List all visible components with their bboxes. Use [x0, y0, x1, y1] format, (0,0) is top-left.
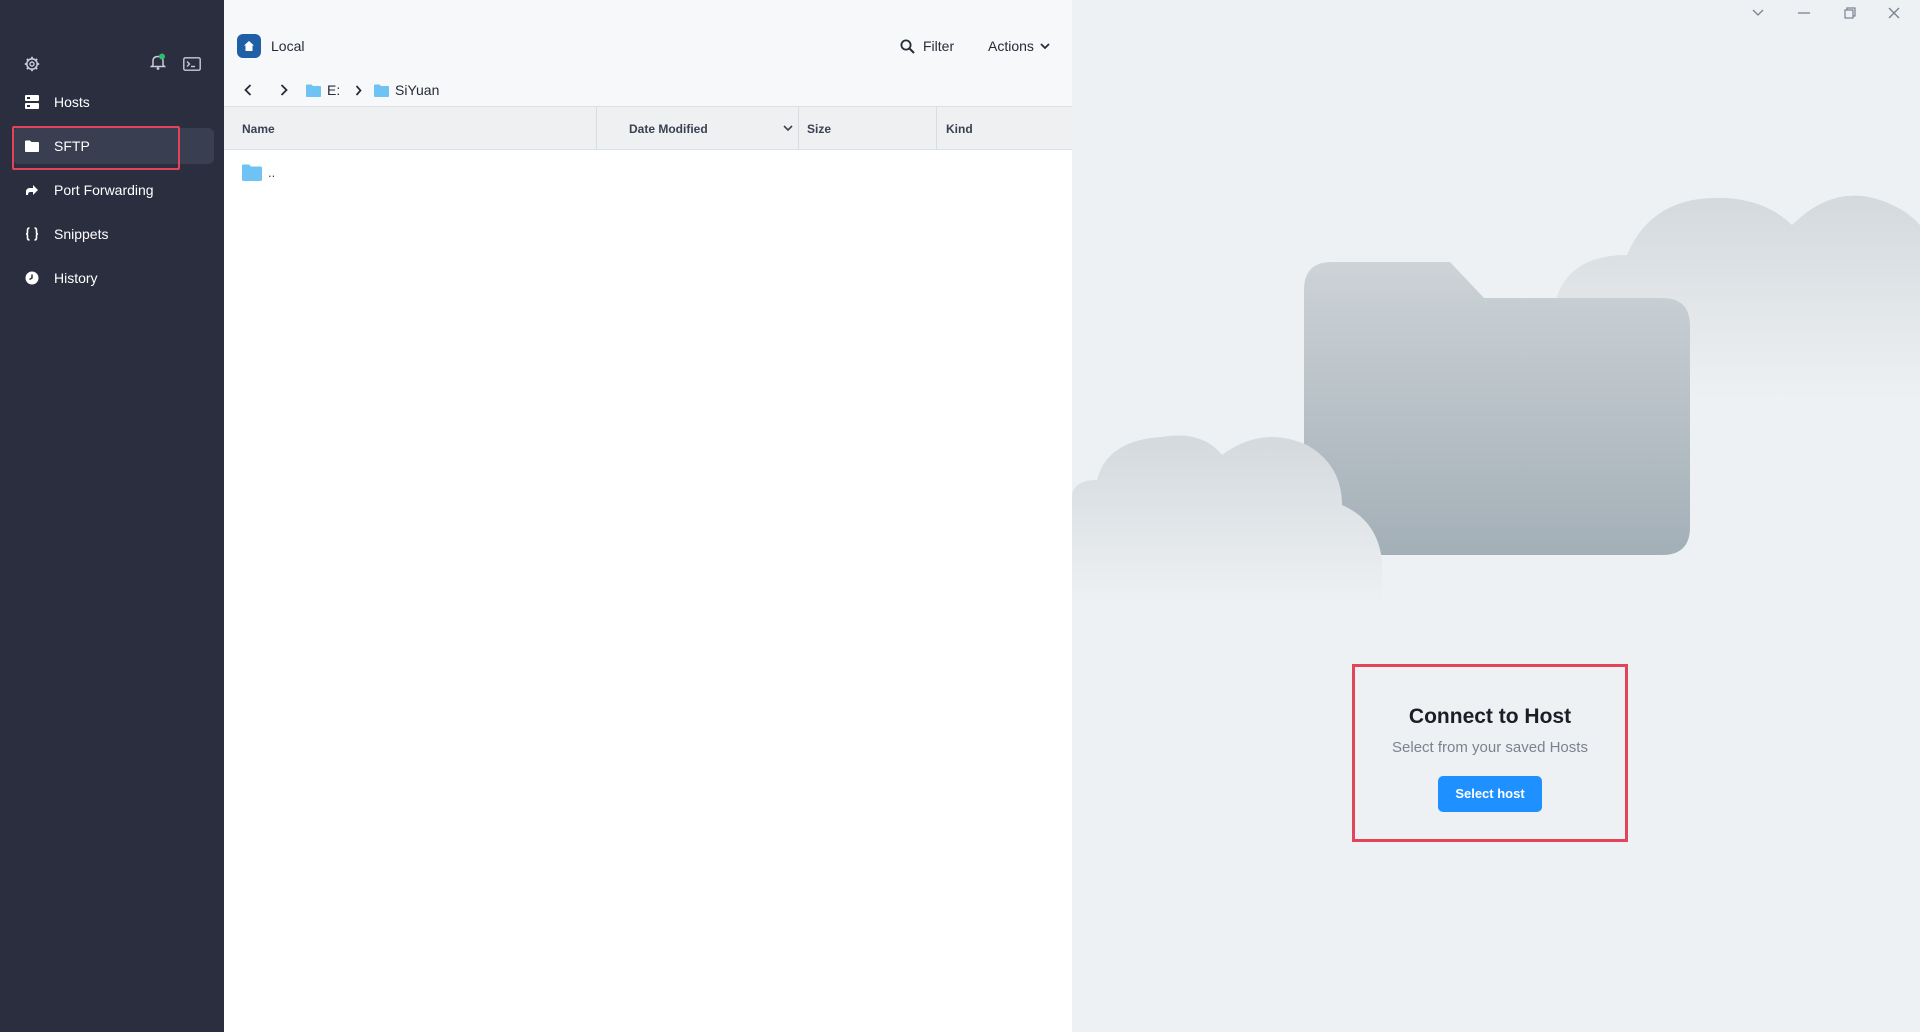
settings-gear-icon[interactable]	[20, 52, 44, 76]
back-arrow-icon[interactable]	[238, 80, 258, 100]
search-icon	[900, 39, 915, 54]
local-header: Local Filter Actions E: SiYuan	[224, 0, 1072, 106]
column-date-modified[interactable]: Date Modified	[597, 107, 799, 150]
file-name: ..	[268, 164, 276, 180]
folder-icon	[24, 138, 40, 154]
actions-label: Actions	[988, 38, 1034, 54]
clock-icon	[24, 270, 40, 286]
column-size[interactable]: Size	[799, 107, 937, 150]
forward-arrow-icon[interactable]	[274, 80, 294, 100]
sidebar-item-label: Port Forwarding	[54, 182, 154, 198]
sidebar-item-label: SFTP	[54, 138, 90, 154]
table-row[interactable]: ..	[242, 160, 275, 184]
sidebar-item-hosts[interactable]: Hosts	[12, 84, 214, 120]
sidebar-item-label: History	[54, 270, 98, 286]
connect-subtitle: Select from your saved Hosts	[1392, 739, 1588, 756]
breadcrumb-drive[interactable]: E:	[306, 80, 340, 100]
file-table-header: Name Date Modified Size Kind	[224, 106, 1072, 150]
breadcrumb-siyuan[interactable]: SiYuan	[374, 80, 439, 100]
breadcrumb-label: E:	[327, 82, 341, 98]
column-kind[interactable]: Kind	[937, 107, 1072, 150]
sidebar-item-history[interactable]: History	[12, 260, 214, 296]
sort-chevron-down-icon	[783, 125, 793, 132]
connect-card: Connect to Host Select from your saved H…	[1352, 664, 1628, 842]
chevron-down-icon	[1040, 42, 1050, 49]
sidebar-toolbar	[0, 48, 224, 80]
path-bar: E: SiYuan	[224, 78, 1072, 102]
braces-icon	[24, 226, 40, 242]
column-name[interactable]: Name	[224, 107, 596, 150]
sidebar: Hosts SFTP Port Forwarding Snippets Hist…	[0, 0, 224, 1032]
breadcrumb-label: SiYuan	[395, 82, 440, 98]
filter-button[interactable]: Filter	[900, 34, 954, 58]
sidebar-item-sftp[interactable]: SFTP	[12, 126, 214, 170]
chevron-right-icon	[351, 82, 365, 98]
terminal-icon[interactable]	[180, 52, 204, 76]
home-icon	[237, 34, 261, 58]
remote-pane: Connect to Host Select from your saved H…	[1072, 0, 1920, 1032]
local-title: Local	[271, 38, 305, 54]
sidebar-nav: Hosts SFTP Port Forwarding Snippets Hist…	[12, 84, 214, 304]
column-label: Date Modified	[629, 121, 708, 136]
filter-label: Filter	[923, 38, 955, 54]
local-pane: Local Filter Actions E: SiYuan Name Date…	[224, 0, 1072, 1032]
sidebar-item-label: Hosts	[54, 94, 90, 110]
actions-button[interactable]: Actions	[988, 34, 1050, 58]
folder-icon	[306, 84, 321, 97]
sidebar-item-port-forwarding[interactable]: Port Forwarding	[12, 172, 214, 208]
select-host-button[interactable]: Select host	[1438, 776, 1542, 812]
notification-bell-icon[interactable]	[146, 50, 170, 74]
hosts-icon	[24, 94, 40, 110]
folder-icon	[374, 84, 389, 97]
cloud-folder-illustration	[1072, 195, 1920, 605]
connect-title: Connect to Host	[1408, 705, 1572, 728]
port-forward-icon	[24, 182, 40, 198]
sidebar-item-snippets[interactable]: Snippets	[12, 216, 214, 252]
folder-icon	[242, 164, 262, 181]
sidebar-item-label: Snippets	[54, 226, 109, 242]
